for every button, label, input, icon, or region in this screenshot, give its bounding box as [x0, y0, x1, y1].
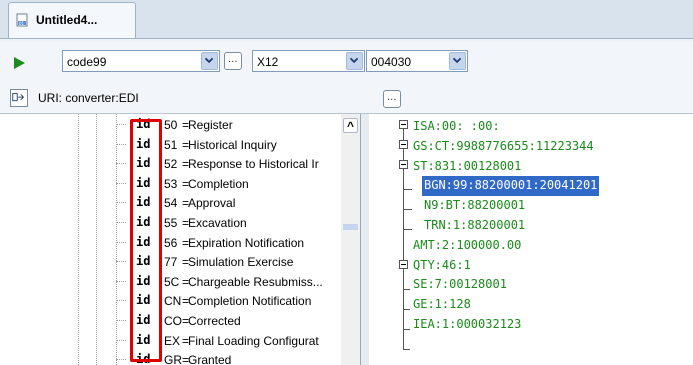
tree-item-desc: Granted	[188, 353, 232, 365]
edi-segment[interactable]: GE:1:128	[413, 295, 471, 315]
document-icon: 01	[16, 13, 28, 27]
uri-browse-button[interactable]	[383, 90, 401, 108]
edi-branch-line	[404, 209, 412, 210]
tab-bar: 01 Untitled4...	[0, 0, 693, 42]
scroll-up-button[interactable]	[343, 118, 358, 133]
edi-branch-line	[404, 309, 410, 310]
tree-item-code: CN	[164, 294, 182, 309]
edi-branch-line	[404, 289, 410, 290]
tree-item-code: 51	[164, 137, 178, 152]
tree-guide	[116, 114, 117, 365]
tree-item-desc: Simulation Exercise	[188, 255, 294, 270]
edi-pane[interactable]: ISA:00: :00: GS:CT:9988776655:11223344 ST:…	[369, 114, 693, 365]
tree-item-desc: Response to Historical Ir	[188, 157, 319, 172]
play-icon[interactable]	[10, 54, 28, 72]
tree-item-desc: Corrected	[188, 314, 241, 328]
tree-connector	[116, 202, 126, 204]
tree-item-code: 52	[164, 157, 178, 172]
vertical-scrollbar[interactable]	[341, 114, 360, 365]
tree-connector	[116, 359, 126, 361]
chevron-down-icon[interactable]	[449, 52, 466, 70]
tree-connector	[116, 280, 126, 282]
version-combo-value: 004030	[371, 55, 412, 69]
pane-splitter[interactable]	[361, 114, 369, 365]
chevron-down-icon[interactable]	[346, 52, 363, 70]
tree-connector	[116, 143, 126, 145]
edi-segment-selected[interactable]: BGN:99:88200001:20041201	[422, 176, 600, 197]
tab-label: Untitled4...	[36, 13, 98, 27]
tree-connector	[116, 339, 126, 341]
edi-tree-line	[403, 168, 404, 258]
edi-branch-line	[404, 329, 410, 330]
tree-item-desc: Excavation	[188, 216, 247, 230]
tree-item-code: 5C	[164, 274, 180, 289]
edi-segment[interactable]: ISA:00: :00:	[413, 117, 500, 137]
tree-item-code: 50	[164, 118, 178, 132]
collapse-icon[interactable]	[399, 120, 408, 129]
tree-connector	[116, 261, 126, 263]
tab-untitled4[interactable]: 01 Untitled4...	[8, 2, 136, 38]
tree-connector	[116, 241, 126, 243]
scroll-thumb[interactable]	[343, 224, 358, 230]
edi-segment[interactable]: AMT:2:100000.00	[413, 236, 521, 256]
tree-item-desc: Expiration Notification	[188, 235, 305, 250]
edi-tree-line	[403, 270, 404, 350]
tree-pane[interactable]: id 50 = Register id 51 = Historical Inquiry id 52…	[0, 114, 361, 365]
tree-connector	[116, 163, 126, 165]
svg-text:01: 01	[19, 21, 25, 26]
tree-item-code: 77	[164, 255, 178, 270]
version-combo[interactable]: 004030	[366, 50, 468, 72]
edi-branch-line	[404, 229, 412, 230]
collapse-icon[interactable]	[399, 140, 408, 149]
uri-label: URI: converter:EDI	[38, 91, 139, 105]
edi-branch-line	[404, 349, 410, 350]
standard-combo-value: X12	[257, 55, 279, 69]
tree-item-desc: Completion Notification	[188, 294, 312, 309]
document-browse-button[interactable]	[224, 52, 242, 70]
tree-item-code: 55	[164, 216, 178, 230]
document-combo-value: code99	[67, 55, 107, 69]
tree-connector	[116, 182, 126, 184]
tree-item-desc: Completion	[188, 176, 249, 191]
edi-segment[interactable]: IEA:1:000032123	[413, 315, 521, 335]
edi-branch-line	[404, 189, 412, 190]
tree-item-desc: Approval	[188, 196, 236, 211]
uri-toggle-button[interactable]	[10, 89, 28, 107]
tree-item-code: 54	[164, 196, 178, 211]
edi-segment[interactable]: ST:831:00128001	[413, 157, 521, 177]
collapse-icon[interactable]	[399, 160, 408, 169]
edi-segment[interactable]: SE:7:00128001	[413, 275, 507, 295]
tree-connector	[116, 300, 126, 302]
tree-item-code: 53	[164, 176, 178, 191]
tree-item-code: GR	[164, 353, 182, 365]
tree-item-desc: Chargeable Resubmiss...	[188, 274, 323, 289]
standard-combo[interactable]: X12	[252, 50, 365, 72]
tree-guide	[78, 114, 79, 365]
tree-item-desc: Final Loading Configurat	[188, 333, 319, 348]
tree-item-desc: Register	[188, 118, 233, 132]
tree-guide	[96, 114, 97, 365]
tree-item-code: 56	[164, 235, 178, 250]
tree-item-code: CO	[164, 314, 182, 328]
document-combo[interactable]: code99	[62, 50, 220, 72]
toolbar: code99 X12 004030 URI: converter:EDI	[0, 42, 693, 114]
tree-item-code: EX	[164, 333, 181, 348]
tree-connector	[116, 320, 126, 321]
collapse-icon[interactable]	[399, 260, 408, 269]
tree-connector	[116, 222, 126, 223]
edi-segment[interactable]: QTY:46:1	[413, 256, 471, 276]
tree-connector	[116, 124, 126, 125]
chevron-down-icon[interactable]	[201, 52, 218, 70]
highlight-box	[130, 119, 162, 362]
edi-segment[interactable]: TRN:1:88200001	[424, 216, 525, 236]
expand-icon	[12, 93, 25, 102]
edi-segment[interactable]: GS:CT:9988776655:11223344	[413, 137, 594, 157]
tree-item-desc: Historical Inquiry	[188, 137, 277, 152]
edi-segment[interactable]: N9:BT:88200001	[424, 196, 525, 216]
